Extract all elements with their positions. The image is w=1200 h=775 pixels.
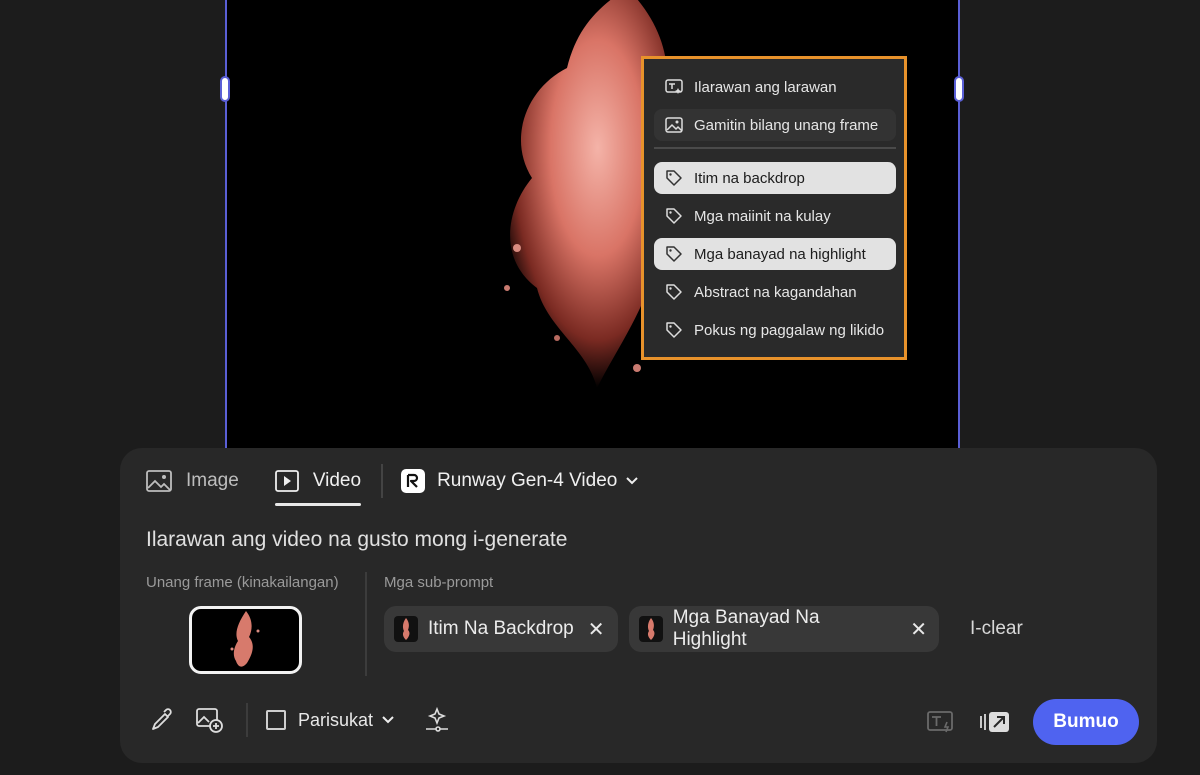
first-frame-label: Unang frame (kinakailangan) (146, 574, 339, 591)
menu-tag-subtle-highlights[interactable]: Mga banayad na highlight (654, 238, 896, 270)
tag-icon (664, 206, 684, 226)
section-divider (365, 572, 367, 676)
image-context-menu: Ilarawan ang larawan Gamitin bilang unan… (641, 56, 907, 360)
eyedropper-icon[interactable] (146, 704, 178, 736)
media-tabs: Image Video Runway Gen-4 Video (146, 464, 639, 506)
chip-label: Mga Banayad Na Highlight (672, 607, 820, 650)
subprompt-chip[interactable]: Mga Banayad Na Highlight ✕ (629, 606, 939, 652)
video-play-icon (274, 470, 299, 492)
menu-tag-black-backdrop[interactable]: Itim na backdrop (654, 162, 896, 194)
model-selector[interactable]: Runway Gen-4 Video (401, 469, 639, 493)
menu-item-label: Itim na backdrop (694, 169, 805, 187)
menu-item-label: Gamitin bilang unang frame (694, 116, 879, 134)
menu-item-label: Mga maiinit na kulay (694, 207, 831, 225)
add-image-icon[interactable] (194, 704, 226, 736)
tab-divider (381, 464, 384, 498)
video-settings-icon[interactable] (979, 706, 1011, 738)
menu-item-label: Mga banayad na highlight (694, 245, 866, 263)
chevron-down-icon (625, 476, 639, 486)
resize-handle-left[interactable] (220, 76, 230, 102)
menu-item-label: Pokus ng paggalaw ng likido (694, 321, 885, 339)
tab-label: Image (186, 470, 239, 491)
right-toolbar: Bumuo (925, 699, 1139, 745)
subprompt-chip[interactable]: Itim Na Backdrop ✕ (384, 606, 618, 652)
aspect-ratio-selector[interactable]: Parisukat (266, 710, 395, 731)
effects-sparkle-icon[interactable] (421, 704, 453, 736)
menu-item-label: Abstract na kagandahan (694, 283, 857, 301)
tag-icon (664, 282, 684, 302)
menu-item-describe-image[interactable]: Ilarawan ang larawan (654, 71, 896, 103)
resize-handle-right[interactable] (954, 76, 964, 102)
menu-item-label: Ilarawan ang larawan (694, 78, 837, 96)
tab-image[interactable]: Image (146, 464, 239, 498)
first-frame-thumbnail[interactable] (189, 606, 302, 674)
square-icon (266, 710, 286, 730)
generate-button[interactable]: Bumuo (1033, 699, 1139, 745)
tag-icon (664, 168, 684, 188)
menu-tag-fluid-motion[interactable]: Pokus ng paggalaw ng likido (654, 314, 896, 346)
aspect-label: Parisukat (298, 709, 374, 730)
bottom-toolbar: Parisukat (146, 703, 469, 737)
tag-icon (664, 244, 684, 264)
close-icon[interactable]: ✕ (910, 617, 927, 642)
describe-image-icon (664, 77, 684, 97)
tab-label: Video (312, 470, 362, 491)
chip-thumbnail (639, 616, 663, 642)
chevron-down-icon (381, 715, 395, 725)
menu-tag-warm-colors[interactable]: Mga maiinit na kulay (654, 200, 896, 232)
chip-label: Itim Na Backdrop (428, 618, 574, 639)
toolbar-divider (246, 703, 248, 737)
menu-item-use-as-first-frame[interactable]: Gamitin bilang unang frame (654, 109, 896, 141)
text-prompt-icon[interactable] (925, 706, 957, 738)
menu-divider (654, 147, 896, 149)
tag-icon (664, 320, 684, 340)
tab-video[interactable]: Video (274, 464, 362, 506)
subprompts-label: Mga sub-prompt (384, 574, 494, 591)
menu-tag-abstract-beauty[interactable]: Abstract na kagandahan (654, 276, 896, 308)
prompt-input[interactable]: Ilarawan ang video na gusto mong i-gener… (146, 528, 567, 552)
image-icon (664, 115, 684, 135)
runway-logo-icon (401, 469, 426, 493)
first-frame-image (230, 611, 260, 667)
clear-button[interactable]: I-clear (970, 618, 1023, 640)
image-icon (146, 470, 172, 492)
prompt-panel: Image Video Runway Gen-4 Video Ilarawan … (120, 448, 1157, 763)
chip-thumbnail (394, 616, 418, 642)
close-icon[interactable]: ✕ (588, 617, 605, 642)
model-label: Runway Gen-4 Video (437, 470, 618, 491)
